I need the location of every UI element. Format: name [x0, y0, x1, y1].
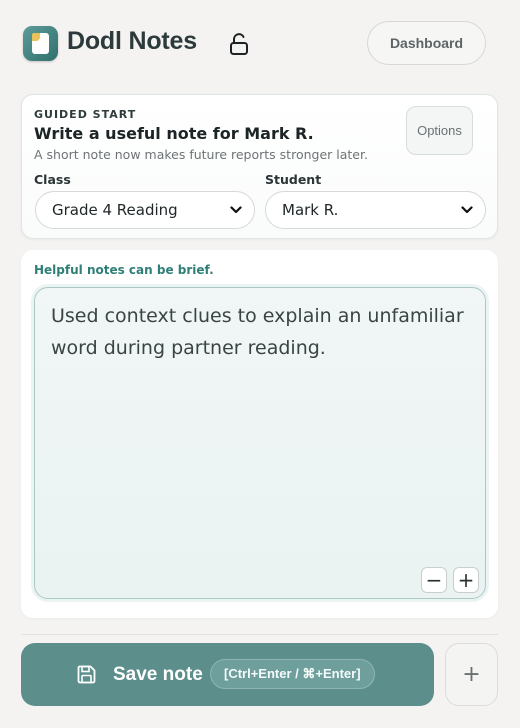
class-select[interactable]: Grade 4 Reading	[35, 191, 255, 229]
note-hint: Helpful notes can be brief.	[34, 263, 214, 277]
zoom-in-button[interactable]: +	[453, 567, 479, 593]
unlock-icon[interactable]	[229, 32, 249, 56]
logo-fold-shape	[32, 33, 40, 41]
floppy-disk-icon	[77, 665, 96, 684]
guided-start-card: GUIDED START Write a useful note for Mar…	[21, 94, 498, 239]
save-note-label: Save note	[113, 664, 203, 685]
options-button[interactable]: Options	[406, 106, 473, 155]
dashboard-button[interactable]: Dashboard	[367, 21, 486, 65]
save-note-button[interactable]: Save note [Ctrl+Enter / ⌘+Enter]	[21, 643, 434, 706]
app-header: Dodl Notes Dashboard	[0, 0, 520, 88]
footer-divider	[21, 634, 498, 635]
chevron-down-icon	[461, 206, 473, 214]
brand-name: Dodl Notes	[67, 27, 197, 55]
shortcut-badge: [Ctrl+Enter / ⌘+Enter]	[210, 659, 375, 689]
guided-subtitle: A short note now makes future reports st…	[34, 147, 368, 162]
chevron-down-icon	[230, 206, 242, 214]
note-card: Helpful notes can be brief. Used context…	[21, 250, 498, 618]
guided-title: Write a useful note for Mark R.	[34, 124, 314, 143]
add-button[interactable]: +	[445, 643, 498, 706]
class-select-value: Grade 4 Reading	[52, 201, 178, 219]
logo-icon	[23, 26, 58, 61]
note-textarea[interactable]: Used context clues to explain an unfamil…	[34, 287, 486, 599]
student-label: Student	[265, 172, 322, 187]
zoom-out-button[interactable]: −	[421, 567, 447, 593]
class-label: Class	[34, 172, 71, 187]
student-select[interactable]: Mark R.	[265, 191, 486, 229]
guided-eyebrow: GUIDED START	[34, 108, 137, 121]
student-select-value: Mark R.	[282, 201, 339, 219]
